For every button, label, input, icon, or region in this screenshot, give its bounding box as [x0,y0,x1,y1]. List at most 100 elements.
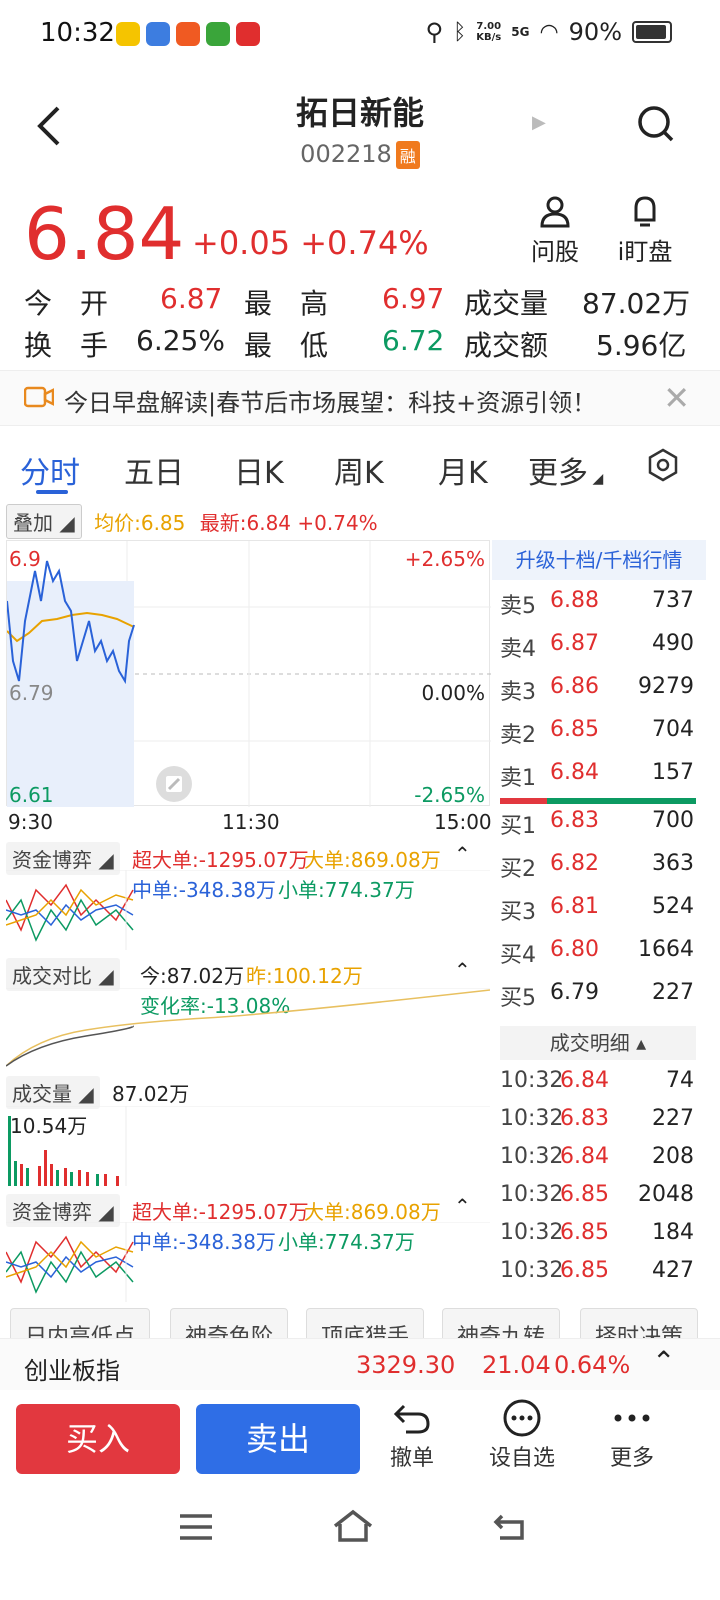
collapse-icon[interactable]: ⌃ [454,958,471,982]
bid-row-5[interactable]: 买5 6.79 227 [492,980,694,1020]
settings-icon[interactable] [646,448,680,482]
more-button[interactable]: 更多 [592,1398,672,1472]
ask-row-3[interactable]: 卖3 6.86 9279 [492,674,694,714]
trade-detail-header[interactable]: 成交明细 ▴ [500,1026,696,1060]
amount-value: 5.96亿 [596,329,687,362]
bid-row-2[interactable]: 买2 6.82 363 [492,851,694,891]
search-icon[interactable] [636,104,676,144]
add-watchlist-button[interactable]: 设自选 [482,1398,562,1472]
news-banner[interactable]: 今日早盘解读|春节后市场展望：科技+资源引领！ ✕ [0,370,720,426]
super-large-order-2: 超大单:-1295.07万 [132,1200,309,1224]
status-bar: 10:32 ⚲ ᛒ 7.00 KB/s 5G ◠ 90% [0,0,720,70]
tool-chip-intraday-high-low[interactable]: 日内高低点 [10,1308,151,1338]
super-large-order-1: 超大单:-1295.07万 [132,848,309,872]
yesterday-volume: 昨:100.12万 [246,964,363,988]
tab-weekly-k[interactable]: 周K [334,448,384,492]
more-circle-icon [503,1399,541,1437]
bid-row-4[interactable]: 买4 6.80 1664 [492,937,694,977]
open-value: 6.87 [160,282,223,315]
y-axis-bottom-label: 6.61 [9,783,54,807]
ask-stock-button[interactable]: 问股 [520,194,590,267]
open-label: 今 开 [24,287,109,320]
tool-chip-timing[interactable]: 择时决策 [580,1308,699,1338]
y-axis-mid-label: 6.79 [9,681,54,705]
battery-percent: 90% [568,18,622,46]
banner-text: 今日早盘解读|春节后市场展望：科技+资源引领！ [64,389,597,417]
tool-chip-top-bottom[interactable]: 顶底猎手 [306,1308,425,1338]
person-icon [540,196,570,228]
signal-icon: 5G [511,25,530,39]
status-right: ⚲ ᛒ 7.00 KB/s 5G ◠ 90% [425,18,672,46]
low-label: 最 低 [244,329,329,362]
tick-row: 10:32 6.85 184 [500,1220,694,1245]
cancel-order-button[interactable]: 撤单 [372,1398,452,1472]
wifi-icon: ◠ [539,19,559,45]
bid-ask-ratio-bar [500,798,696,804]
undo-icon [393,1404,430,1434]
tick-row: 10:32 6.85 2048 [500,1182,694,1207]
volume-title[interactable]: 成交量 ◢ [6,1076,100,1109]
close-icon[interactable]: ✕ [663,379,690,417]
tick-row: 10:32 6.83 227 [500,1106,694,1131]
tab-daily-k[interactable]: 日K [234,448,284,492]
ask-row-2[interactable]: 卖2 6.85 704 [492,717,694,757]
tool-chip-magic-nine[interactable]: 神奇九转 [442,1308,561,1338]
tool-chip-color-scale[interactable]: 神奇色阶 [170,1308,289,1338]
avg-price-label: 均价:6.85 [94,511,186,535]
drawing-tool-icon[interactable] [155,765,193,803]
status-time: 10:32 [40,18,115,48]
y-axis-top-label: 6.9 [9,547,41,571]
next-stock-icon[interactable]: ▶ [532,112,546,133]
volume-compare-panel: 成交对比 ◢ 今:87.02万 昨:100.12万 ⌃ 变化率:-13.08% [6,958,490,1018]
index-change-pct: 0.64% [554,1351,631,1379]
buy-button[interactable]: 买入 [16,1404,180,1474]
stock-name: 拓日新能 [295,94,424,132]
large-order-2: 大单:869.08万 [304,1200,441,1224]
x-axis-mid: 11:30 [222,810,280,834]
system-nav-bar [0,1492,720,1600]
margin-badge: 融 [395,141,420,169]
indicator-tools: 日内高低点 神奇色阶 顶底猎手 神奇九转 择时决策 [0,1308,720,1338]
trade-bar: 买入 卖出 撤单 设自选 更多 [0,1392,720,1492]
tab-more[interactable]: 更多 ◢ [528,448,603,492]
volume-compare-chart [6,988,490,1067]
app-notification-icon [176,22,200,46]
chart-legend: 叠加 ◢ 均价:6.85 最新:6.84 +0.74% [6,504,378,539]
sell-button[interactable]: 卖出 [196,1404,360,1474]
upgrade-orderbook-button[interactable]: 升级十档/千档行情 [492,540,706,580]
ask-row-1[interactable]: 卖1 6.84 157 [492,760,694,800]
tab-intraday[interactable]: 分时 [20,448,80,492]
stock-code: 002218 [300,140,392,168]
expand-icon[interactable]: ⌃ [652,1345,675,1378]
watch-button[interactable]: i盯盘 [610,194,680,267]
compare-title[interactable]: 成交对比 ◢ [6,958,120,991]
large-order-1: 大单:869.08万 [304,848,441,872]
capital-chart-2 [6,1222,490,1302]
pct-bottom-label: -2.65% [414,783,485,807]
today-volume: 今:87.02万 [140,964,244,988]
video-icon [24,386,54,408]
ask-row-5[interactable]: 卖5 6.88 737 [492,588,694,628]
net-speed: 7.00 KB/s [476,21,502,43]
tick-row: 10:32 6.84 74 [500,1068,694,1093]
back-nav-icon[interactable] [492,1510,528,1542]
tick-row: 10:32 6.85 427 [500,1258,694,1283]
volume-panel: 成交量 ◢ 87.02万 [6,1076,490,1109]
intraday-chart[interactable]: 6.9 6.79 6.61 +2.65% 0.00% -2.65% [6,540,491,807]
current-price: 6.84 [24,192,185,276]
volume-total: 87.02万 [112,1082,190,1106]
tab-monthly-k[interactable]: 月K [438,448,488,492]
overlay-button[interactable]: 叠加 ◢ [6,504,82,539]
ask-row-4[interactable]: 卖4 6.87 490 [492,631,694,671]
tab-five-day[interactable]: 五日 [124,448,184,492]
home-icon[interactable] [332,1508,374,1544]
index-value: 3329.30 [356,1351,456,1379]
bid-row-1[interactable]: 买1 6.83 700 [492,808,694,848]
collapse-icon[interactable]: ⌃ [454,842,471,866]
menu-icon[interactable] [178,1512,214,1542]
index-ticker-bar[interactable]: 创业板指 3329.30 21.04 0.64% ⌃ [0,1338,720,1390]
latest-price-label: 最新:6.84 +0.74% [199,511,378,535]
bid-row-3[interactable]: 买3 6.81 524 [492,894,694,934]
volume-value: 87.02万 [582,287,691,320]
collapse-icon[interactable]: ⌃ [454,1194,471,1218]
